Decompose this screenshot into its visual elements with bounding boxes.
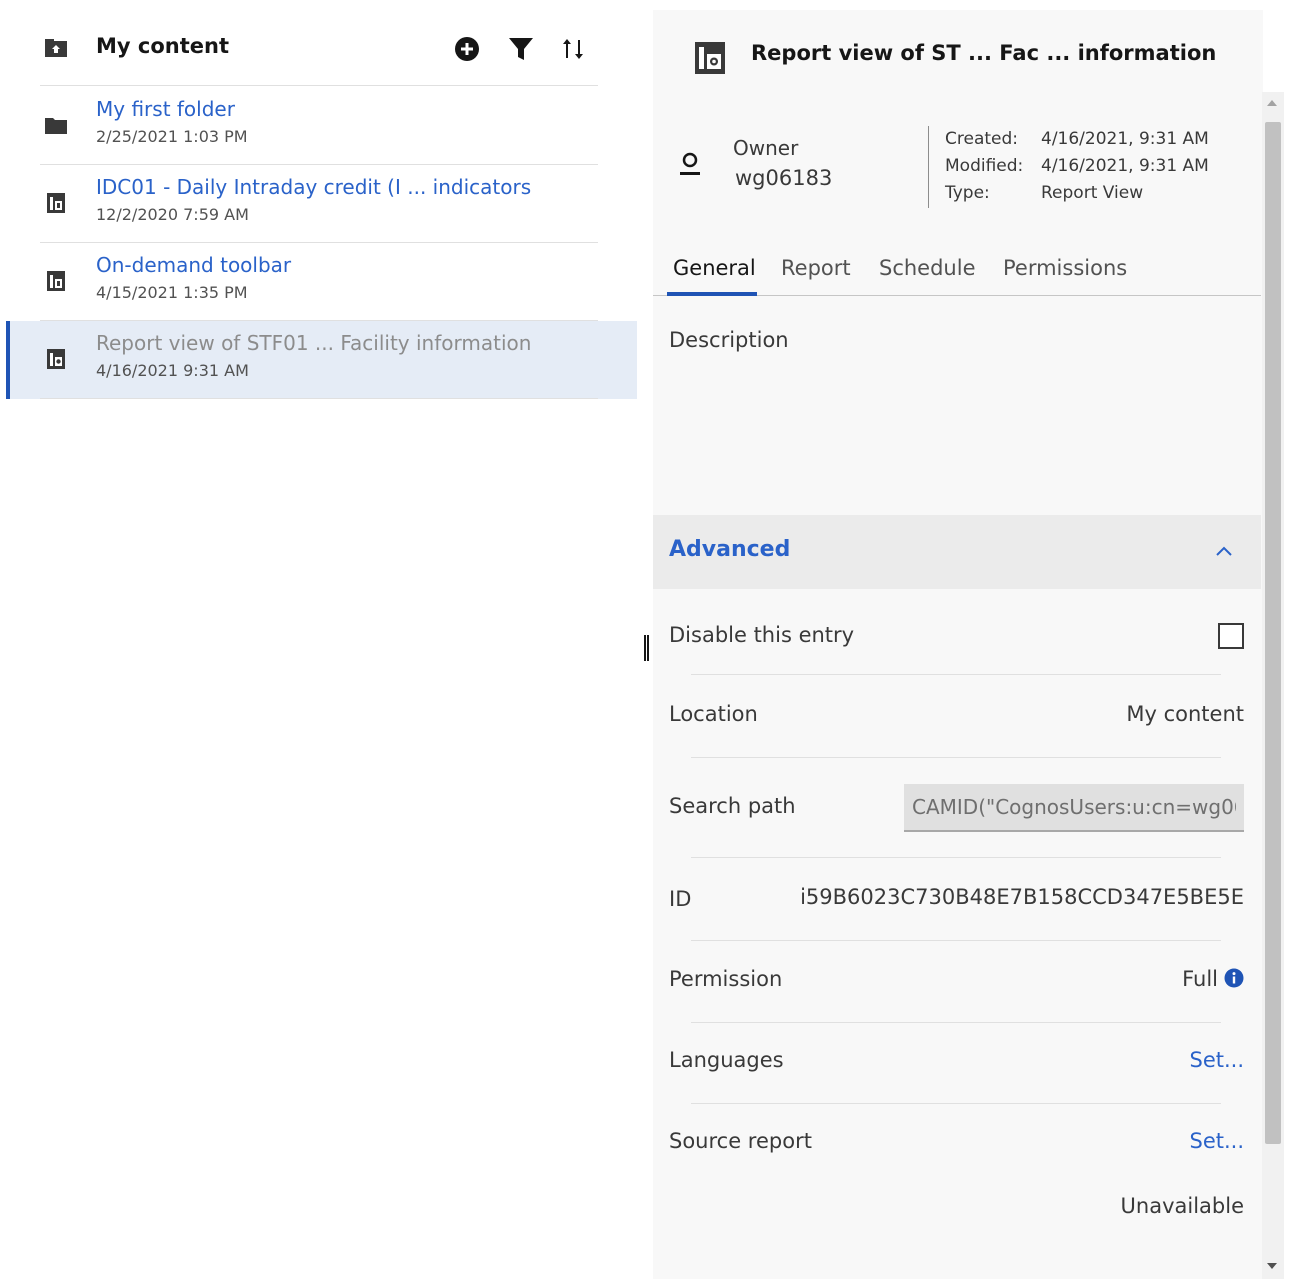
source-report-status: Unavailable	[1120, 1194, 1244, 1218]
properties-header: Report view of ST ... Fac ... informatio…	[653, 10, 1263, 90]
add-icon	[455, 37, 479, 61]
id-label: ID	[669, 887, 692, 911]
languages-label: Languages	[669, 1048, 784, 1072]
description-label[interactable]: Description	[669, 328, 789, 352]
divider	[691, 1103, 1221, 1104]
item-title[interactable]: IDC01 - Daily Intraday credit (I ... ind…	[96, 175, 531, 199]
search-path-row: Search path	[669, 784, 1244, 832]
search-path-label: Search path	[669, 794, 796, 818]
chevron-up-icon	[1216, 546, 1232, 556]
list-item-selected[interactable]: Report view of STF01 ... Facility inform…	[40, 321, 598, 399]
divider	[691, 857, 1221, 858]
languages-set-link[interactable]: Set...	[1189, 1048, 1244, 1072]
report-view-icon	[695, 42, 725, 74]
item-title[interactable]: Report view of STF01 ... Facility inform…	[96, 331, 531, 355]
item-date: 4/15/2021 1:35 PM	[96, 283, 248, 302]
report-icon	[47, 271, 65, 291]
source-report-label: Source report	[669, 1129, 812, 1153]
type-value: Report View	[1041, 183, 1144, 203]
active-tab-indicator	[667, 292, 757, 296]
item-date: 12/2/2020 7:59 AM	[96, 205, 249, 224]
tab-schedule[interactable]: Schedule	[879, 256, 976, 280]
divider	[691, 674, 1221, 675]
languages-row: Languages Set...	[669, 1048, 1244, 1078]
page-title: My content	[96, 34, 229, 58]
tab-report[interactable]: Report	[781, 256, 851, 280]
content-list: My first folder 2/25/2021 1:03 PM IDC01 …	[40, 87, 598, 399]
add-button[interactable]	[452, 34, 482, 64]
divider	[691, 757, 1221, 758]
folder-icon	[45, 118, 67, 134]
permission-row: Permission Full	[669, 967, 1244, 997]
sort-icon	[563, 39, 583, 59]
report-icon	[47, 193, 65, 213]
tab-bar: General Report Schedule Permissions	[653, 250, 1261, 296]
modified-label: Modified:	[945, 156, 1024, 176]
scroll-up-arrow-icon[interactable]	[1267, 100, 1277, 106]
search-path-field[interactable]	[904, 784, 1244, 832]
sort-button[interactable]	[558, 34, 588, 64]
id-value: i59B6023C730B48E7B158CCD347E5BE5E	[800, 885, 1244, 909]
owner-info: Owner wg06183 Created: 4/16/2021, 9:31 AM…	[653, 120, 1263, 230]
report-view-icon	[47, 349, 65, 369]
item-date: 2/25/2021 1:03 PM	[96, 127, 248, 146]
owner-value: wg06183	[735, 166, 833, 190]
permission-label: Permission	[669, 967, 783, 991]
item-date: 4/16/2021 9:31 AM	[96, 361, 249, 380]
advanced-title: Advanced	[669, 537, 791, 562]
permission-value: Full	[1182, 967, 1218, 991]
content-pane: My content My first folder 2/25/2021 1:0…	[0, 0, 640, 1279]
permission-value-group: Full	[1182, 967, 1244, 991]
disable-entry-checkbox[interactable]	[1218, 623, 1244, 649]
item-title[interactable]: On-demand toolbar	[96, 253, 291, 277]
location-row: Location My content	[669, 702, 1244, 732]
owner-label: Owner	[733, 136, 799, 160]
list-item[interactable]: IDC01 - Daily Intraday credit (I ... ind…	[40, 165, 598, 243]
item-title[interactable]: My first folder	[96, 97, 235, 121]
properties-scrollbar[interactable]	[1262, 92, 1284, 1279]
location-value: My content	[1126, 702, 1244, 726]
divider	[691, 940, 1221, 941]
filter-icon	[509, 38, 533, 60]
pane-resize-handle[interactable]	[644, 635, 650, 661]
entry-metadata: Created: 4/16/2021, 9:31 AM Modified: 4/16…	[945, 126, 1209, 207]
list-item[interactable]: My first folder 2/25/2021 1:03 PM	[40, 87, 598, 165]
location-label: Location	[669, 702, 758, 726]
properties-title: Report view of ST ... Fac ... informatio…	[751, 41, 1217, 65]
scroll-down-arrow-icon[interactable]	[1267, 1263, 1277, 1269]
source-report-set-link[interactable]: Set...	[1189, 1129, 1244, 1153]
source-report-status-row: Unavailable	[669, 1194, 1244, 1224]
created-label: Created:	[945, 129, 1019, 149]
tab-general[interactable]: General	[673, 256, 756, 280]
source-report-row: Source report Set...	[669, 1129, 1244, 1159]
filter-button[interactable]	[506, 34, 536, 64]
divider	[691, 1022, 1221, 1023]
info-icon[interactable]	[1224, 968, 1244, 988]
id-row: ID i59B6023C730B48E7B158CCD347E5BE5E	[669, 885, 1244, 915]
modified-value: 4/16/2021, 9:31 AM	[1041, 156, 1209, 176]
tab-permissions[interactable]: Permissions	[1003, 256, 1127, 280]
disable-entry-label: Disable this entry	[669, 623, 855, 647]
created-value: 4/16/2021, 9:31 AM	[1041, 129, 1209, 149]
properties-panel: Report view of ST ... Fac ... informatio…	[653, 10, 1263, 1279]
type-label: Type:	[945, 183, 990, 203]
my-content-icon	[45, 39, 67, 57]
divider	[928, 126, 929, 208]
disable-entry-row: Disable this entry	[669, 623, 1244, 653]
content-header: My content	[40, 28, 598, 86]
advanced-section-toggle[interactable]: Advanced	[653, 515, 1261, 589]
scroll-thumb[interactable]	[1265, 122, 1281, 1144]
user-icon	[680, 152, 700, 175]
list-item[interactable]: On-demand toolbar 4/15/2021 1:35 PM	[40, 243, 598, 321]
